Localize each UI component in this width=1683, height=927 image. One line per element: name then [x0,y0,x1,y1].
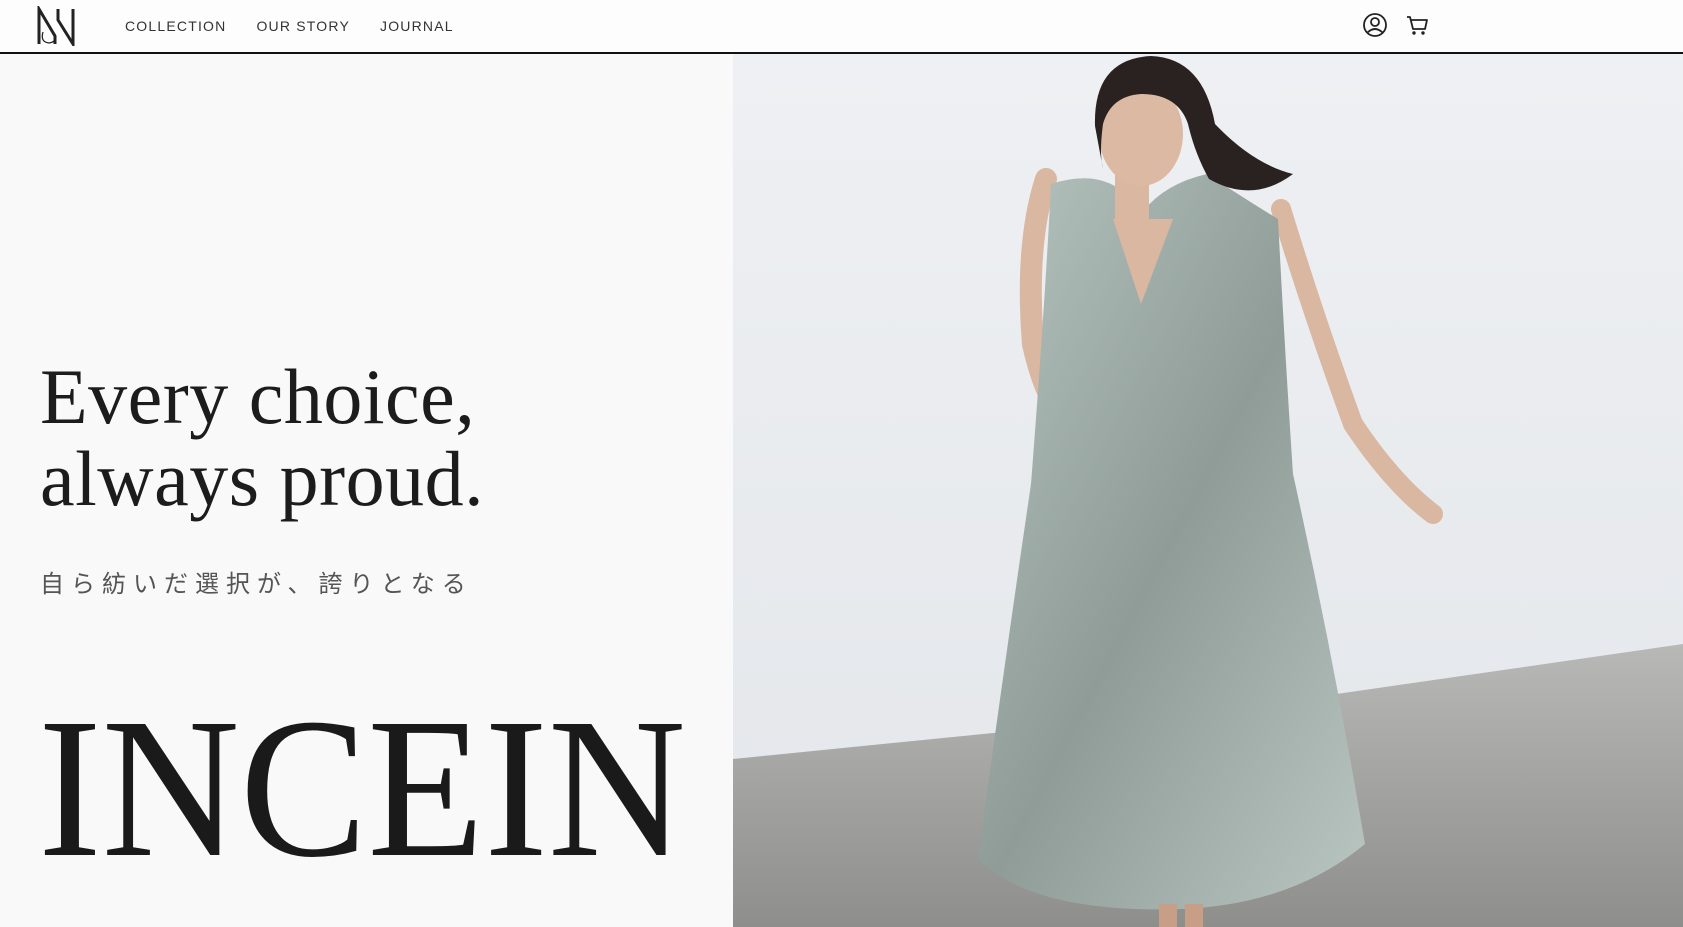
header-actions [1362,12,1430,38]
account-icon[interactable] [1362,12,1388,38]
nav-collection[interactable]: COLLECTION [125,18,226,34]
nav-our-story[interactable]: OUR STORY [256,18,350,34]
logo-home-link[interactable] [36,3,76,50]
monogram-logo-icon [37,3,75,50]
brand-wordmark: INCEIN [38,678,688,899]
hero-headline-line2: always proud. [40,435,485,522]
main-nav: COLLECTION OUR STORY JOURNAL [125,18,454,34]
site-header: COLLECTION OUR STORY JOURNAL [0,0,1683,54]
hero-subtitle-jp: 自ら紡いだ選択が、誇りとなる [40,570,473,598]
brand-wordmark-text: INCEIN [38,705,686,860]
nav-journal[interactable]: JOURNAL [380,18,454,34]
hero-headline: Every choice, always proud. [40,356,484,520]
hero-headline-line1: Every choice, [40,353,476,440]
cart-icon[interactable] [1404,12,1430,38]
hero-photo [733,54,1683,927]
